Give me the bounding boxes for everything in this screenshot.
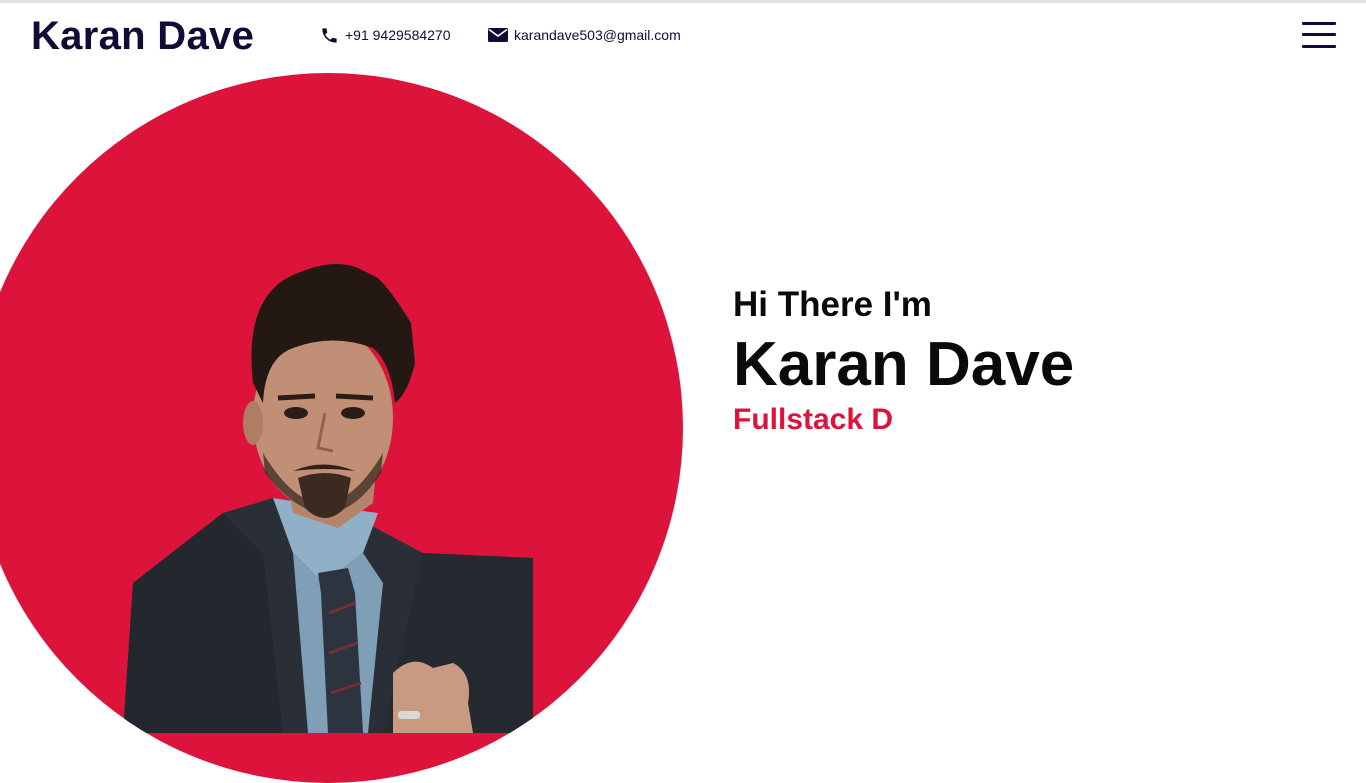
email-address: karandave503@gmail.com — [514, 27, 681, 43]
hero-name: Karan Dave — [733, 330, 1075, 399]
hero-intro: Hi There I'm Karan Dave Fullstack D — [733, 284, 1074, 438]
navbar: Karan Dave +91 9429584270 karandave503@g… — [0, 3, 1366, 69]
phone-link[interactable]: +91 9429584270 — [320, 25, 451, 45]
email-link[interactable]: karandave503@gmail.com — [488, 25, 681, 45]
brand-logo[interactable]: Karan Dave — [31, 13, 254, 59]
phone-icon — [322, 27, 337, 43]
hero-image-circle — [0, 73, 683, 783]
menu-bar — [1302, 22, 1336, 25]
envelope-icon — [488, 28, 508, 42]
hamburger-menu-icon[interactable] — [1302, 22, 1336, 50]
menu-bar — [1302, 45, 1336, 48]
phone-number: +91 9429584270 — [345, 27, 451, 43]
menu-bar — [1302, 33, 1336, 36]
typed-role-text: Fullstack D — [733, 403, 894, 436]
hero-greeting: Hi There I'm — [733, 285, 932, 324]
profile-portrait — [123, 264, 533, 733]
